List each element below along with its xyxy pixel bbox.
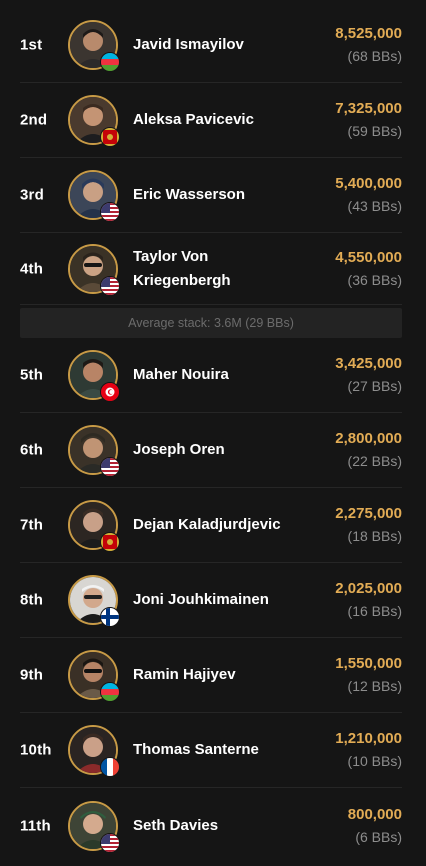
avatar xyxy=(68,650,120,702)
chip-count: 2,025,000 xyxy=(335,580,402,597)
big-blinds: (27 BBs) xyxy=(347,378,402,394)
player-name: Thomas Santerne xyxy=(133,741,259,758)
usa-flag-icon xyxy=(100,202,120,222)
avatar xyxy=(68,425,120,477)
rank-label: 11th xyxy=(20,817,51,834)
big-blinds: (43 BBs) xyxy=(347,198,402,214)
chip-count: 8,525,000 xyxy=(335,25,402,42)
big-blinds: (18 BBs) xyxy=(347,528,402,544)
avatar xyxy=(68,20,120,72)
player-name: Eric Wasserson xyxy=(133,186,245,203)
rank-label: 2nd xyxy=(20,111,48,129)
avatar xyxy=(68,800,120,853)
rank-label: 9th xyxy=(20,666,44,684)
avatar xyxy=(68,243,120,296)
rank-label: 10th xyxy=(20,741,52,759)
player-row[interactable]: 4th Taylor Von Kriegenbergh 4,550,000 (3… xyxy=(20,233,402,305)
chip-count: 3,425,000 xyxy=(335,355,402,372)
player-name: Taylor Von Kriegenbergh xyxy=(133,247,231,289)
chip-count: 800,000 xyxy=(347,805,402,823)
rank-label: 1st xyxy=(20,36,43,54)
chip-stack: 800,000 (6 BBs) xyxy=(348,804,402,848)
chip-stack: 8,525,000 (68 BBs) xyxy=(335,23,402,67)
player-row[interactable]: 5th Maher Nouira 3,425,000 (27 BBs) xyxy=(20,338,402,413)
chip-stack: 1,550,000 (12 BBs) xyxy=(335,653,402,697)
big-blinds: (10 BBs) xyxy=(347,753,402,769)
player-name: Joni Jouhkimainen xyxy=(133,591,269,608)
player-name: Seth Davies xyxy=(133,816,219,834)
chip-count: 7,325,000 xyxy=(335,100,402,117)
chip-count: 2,275,000 xyxy=(335,505,402,522)
chip-count-leaderboard: 1st Javid Ismayilov 8,525,000 (68 BBs) 2… xyxy=(0,0,426,866)
player-row[interactable]: 2nd Aleksa Pavicevic 7,325,000 (59 BBs) xyxy=(20,83,402,158)
player-row[interactable]: 10th Thomas Santerne 1,210,000 (10 BBs) xyxy=(20,713,402,788)
usa-flag-icon xyxy=(100,832,120,853)
chip-stack: 7,325,000 (59 BBs) xyxy=(335,98,402,142)
big-blinds: (6 BBs) xyxy=(355,828,402,845)
player-name: Joseph Oren xyxy=(133,441,225,458)
azerbaijan-flag-icon xyxy=(100,682,120,702)
france-flag-icon xyxy=(100,757,120,777)
player-row[interactable]: 3rd Eric Wasserson 5,400,000 (43 BBs) xyxy=(20,158,402,233)
montenegro-flag-icon xyxy=(100,532,120,552)
chip-count: 2,800,000 xyxy=(335,430,402,447)
rank-label: 7th xyxy=(20,516,44,534)
avatar xyxy=(68,575,120,627)
chip-stack: 3,425,000 (27 BBs) xyxy=(335,353,402,397)
player-row[interactable]: 6th Joseph Oren 2,800,000 (22 BBs) xyxy=(20,413,402,488)
player-row[interactable]: 9th Ramin Hajiyev 1,550,000 (12 BBs) xyxy=(20,638,402,713)
player-name: Maher Nouira xyxy=(133,366,229,383)
rank-label: 6th xyxy=(20,441,44,459)
player-name: Javid Ismayilov xyxy=(133,36,244,53)
chip-stack: 2,025,000 (16 BBs) xyxy=(335,578,402,622)
big-blinds: (12 BBs) xyxy=(347,678,402,694)
big-blinds: (16 BBs) xyxy=(347,603,402,619)
player-name: Dejan Kaladjurdjevic xyxy=(133,516,281,533)
azerbaijan-flag-icon xyxy=(100,52,120,72)
usa-flag-icon xyxy=(100,275,120,296)
chip-stack: 1,210,000 (10 BBs) xyxy=(335,728,402,772)
avatar xyxy=(68,170,120,222)
big-blinds: (68 BBs) xyxy=(347,48,402,64)
avatar xyxy=(68,350,120,402)
big-blinds: (22 BBs) xyxy=(347,453,402,469)
finland-flag-icon xyxy=(100,607,120,627)
avatar xyxy=(68,95,120,147)
big-blinds: (59 BBs) xyxy=(347,123,402,139)
rank-label: 4th xyxy=(20,260,44,277)
rank-label: 3rd xyxy=(20,186,44,204)
chip-count: 1,550,000 xyxy=(335,655,402,672)
chip-count: 4,550,000 xyxy=(335,248,402,266)
rank-label: 5th xyxy=(20,366,44,384)
player-row[interactable]: 11th Seth Davies 800,000 (6 BBs) xyxy=(20,788,402,863)
montenegro-flag-icon xyxy=(100,127,120,147)
big-blinds: (36 BBs) xyxy=(347,271,402,288)
player-row[interactable]: 8th Joni Jouhkimainen 2,025,000 (16 BBs) xyxy=(20,563,402,638)
avatar xyxy=(68,725,120,777)
average-stack-banner: Average stack: 3.6M (29 BBs) xyxy=(20,308,402,338)
player-row[interactable]: 7th Dejan Kaladjurdjevic 2,275,000 (18 B… xyxy=(20,488,402,563)
player-name: Ramin Hajiyev xyxy=(133,666,236,683)
player-row[interactable]: 1st Javid Ismayilov 8,525,000 (68 BBs) xyxy=(20,8,402,83)
tunisia-flag-icon xyxy=(100,382,120,402)
chip-stack: 5,400,000 (43 BBs) xyxy=(335,173,402,217)
rank-label: 8th xyxy=(20,591,44,609)
chip-stack: 2,800,000 (22 BBs) xyxy=(335,428,402,472)
usa-flag-icon xyxy=(100,457,120,477)
chip-stack: 2,275,000 (18 BBs) xyxy=(335,503,402,547)
chip-count: 1,210,000 xyxy=(335,730,402,747)
avatar xyxy=(68,500,120,552)
player-name: Aleksa Pavicevic xyxy=(133,111,254,128)
chip-stack: 4,550,000 (36 BBs) xyxy=(335,247,402,291)
chip-count: 5,400,000 xyxy=(335,175,402,192)
